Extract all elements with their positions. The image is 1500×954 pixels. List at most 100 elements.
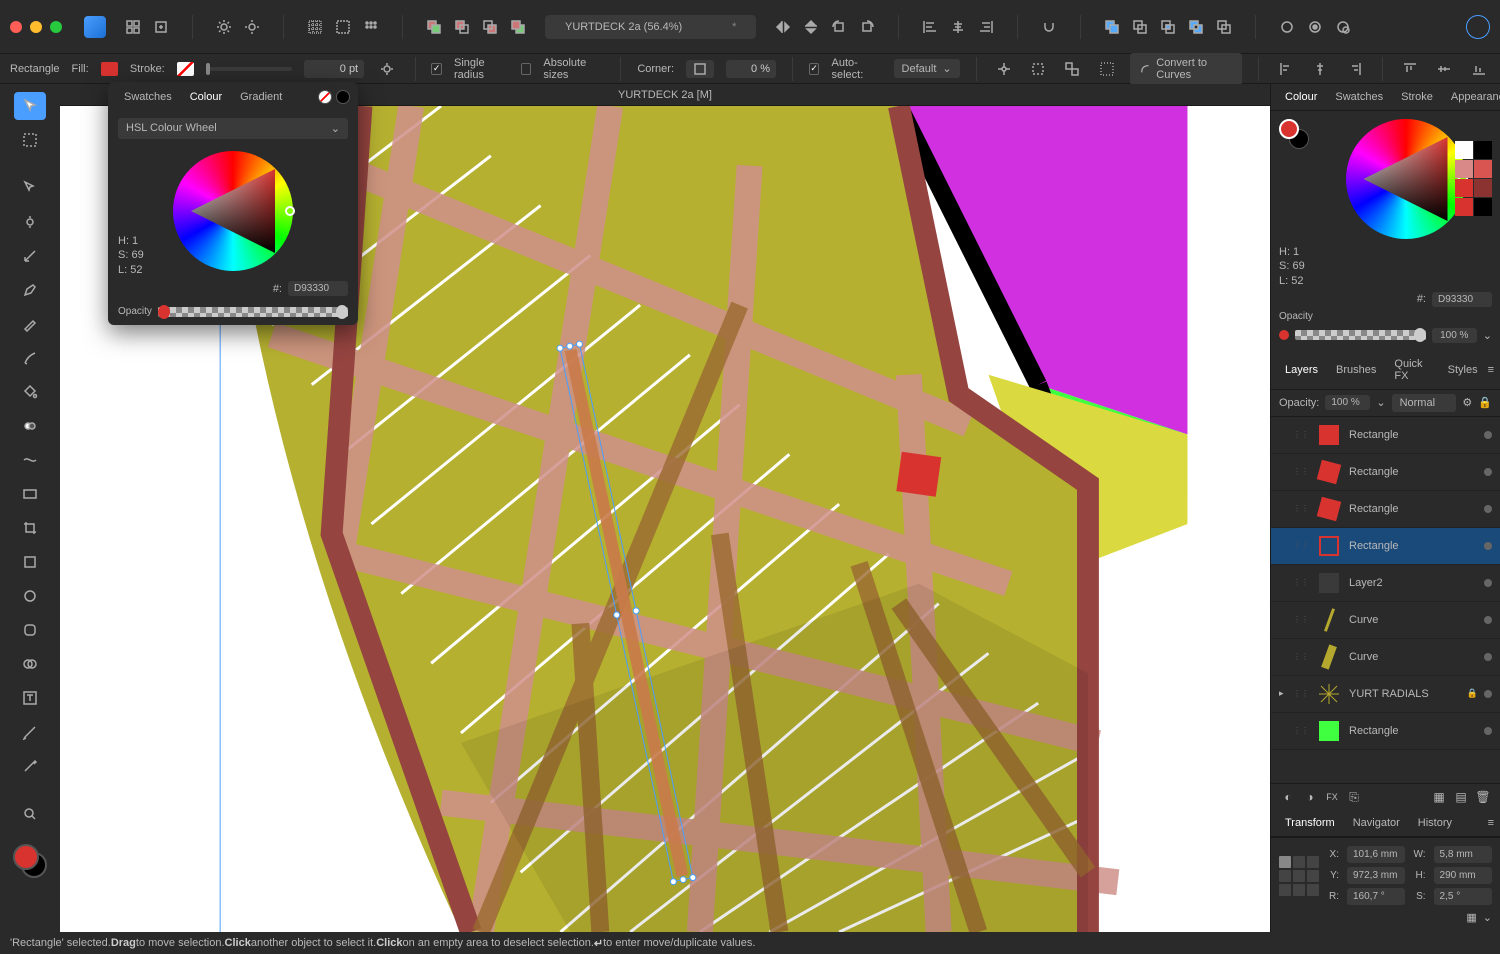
bool-intersect-icon[interactable]	[1155, 14, 1181, 40]
float-tab-swatches[interactable]: Swatches	[116, 88, 180, 106]
float-tab-colour[interactable]: Colour	[182, 88, 230, 106]
fill-stroke-toggle[interactable]	[1279, 119, 1309, 149]
transform-x-input[interactable]: 101,6 mm	[1347, 846, 1405, 863]
floating-color-panel[interactable]: Swatches Colour Gradient HSL Colour Whee…	[108, 82, 358, 325]
hex-input[interactable]: D93330	[1432, 292, 1492, 307]
corner-icon[interactable]	[1274, 14, 1300, 40]
align-center-icon[interactable]	[945, 14, 971, 40]
drag-handle-icon[interactable]: ⋮⋮	[1293, 615, 1309, 624]
transform-r-input[interactable]: 160,7 °	[1347, 888, 1405, 905]
align-h-right-icon[interactable]	[1344, 56, 1366, 82]
rounded-rectangle-tool[interactable]	[14, 616, 46, 644]
arrange-forward-icon[interactable]	[449, 14, 475, 40]
document-setup-icon[interactable]	[239, 14, 265, 40]
lock-icon[interactable]: 🔒	[1467, 688, 1478, 699]
grid-icon[interactable]	[302, 14, 328, 40]
align-v-top-icon[interactable]	[1399, 56, 1421, 82]
tab-appearance[interactable]: Appearance	[1443, 88, 1500, 106]
lock-aspect-icon[interactable]: ▦	[1466, 911, 1476, 924]
brush-tool[interactable]	[14, 344, 46, 372]
layer-lock-icon[interactable]: 🔒	[1478, 396, 1492, 409]
opacity-slider[interactable]	[1295, 330, 1426, 340]
tab-stroke[interactable]: Stroke	[1393, 88, 1441, 106]
visibility-toggle[interactable]	[1484, 431, 1492, 439]
stroke-swatch[interactable]	[177, 62, 194, 76]
layer-row[interactable]: ⋮⋮Rectangle	[1271, 417, 1500, 454]
tab-transform[interactable]: Transform	[1277, 814, 1343, 832]
corner-tool[interactable]	[14, 242, 46, 270]
drag-handle-icon[interactable]: ⋮⋮	[1293, 430, 1309, 439]
layer-opacity-dropdown[interactable]: ⌄	[1376, 396, 1385, 409]
preferences-icon[interactable]	[211, 14, 237, 40]
layer-row[interactable]: ⋮⋮Layer2	[1271, 565, 1500, 602]
drag-handle-icon[interactable]: ⋮⋮	[1293, 652, 1309, 661]
bool-subtract-icon[interactable]	[1127, 14, 1153, 40]
align-h-center-icon[interactable]	[1309, 56, 1331, 82]
align-left-icon[interactable]	[917, 14, 943, 40]
opacity-input[interactable]: 100 %	[1432, 328, 1477, 343]
layer-row[interactable]: ⋮⋮Rectangle	[1271, 528, 1500, 565]
float-opacity-slider[interactable]	[158, 307, 348, 317]
layer-row[interactable]: ⋮⋮Curve	[1271, 639, 1500, 676]
node-tool[interactable]	[14, 174, 46, 202]
layers-menu-icon[interactable]: ≡	[1488, 364, 1494, 376]
flip-vertical-icon[interactable]	[798, 14, 824, 40]
none-color-icon[interactable]	[318, 90, 332, 104]
view-tool[interactable]	[14, 800, 46, 828]
absolute-sizes-checkbox[interactable]	[521, 63, 532, 75]
visibility-toggle[interactable]	[1484, 542, 1492, 550]
layer-settings-icon[interactable]: ⚙	[1462, 396, 1472, 409]
tab-styles[interactable]: Styles	[1440, 361, 1486, 379]
transform-w-input[interactable]: 5,8 mm	[1434, 846, 1492, 863]
pencil-tool[interactable]	[14, 310, 46, 338]
insert-inside-icon[interactable]	[1330, 14, 1356, 40]
rotate-cw-icon[interactable]	[854, 14, 880, 40]
auto-select-dropdown[interactable]: Default⌄	[894, 59, 960, 78]
transform-menu-icon[interactable]: ≡	[1488, 817, 1494, 829]
layer-row[interactable]: ⋮⋮Rectangle	[1271, 491, 1500, 528]
tab-swatches[interactable]: Swatches	[1327, 88, 1391, 106]
stroke-width-input[interactable]	[304, 60, 364, 78]
drag-handle-icon[interactable]: ⋮⋮	[1293, 467, 1309, 476]
layer-row[interactable]: ⋮⋮Rectangle	[1271, 454, 1500, 491]
bool-xor-icon[interactable]	[1183, 14, 1209, 40]
guides-icon[interactable]	[330, 14, 356, 40]
corner-type-dropdown[interactable]	[686, 60, 714, 78]
corner-value-input[interactable]	[726, 60, 776, 78]
arrange-backward-icon[interactable]	[477, 14, 503, 40]
fill-tool[interactable]	[14, 378, 46, 406]
transform-h-input[interactable]: 290 mm	[1434, 867, 1492, 884]
tab-history[interactable]: History	[1410, 814, 1460, 832]
adjustment-layer-icon[interactable]: ◑	[1301, 788, 1319, 806]
layer-opacity-input[interactable]: 100 %	[1325, 395, 1370, 410]
visibility-toggle[interactable]	[1484, 505, 1492, 513]
float-hex-input[interactable]: D93330	[288, 281, 348, 296]
transform-origin-icon[interactable]	[992, 56, 1014, 82]
drag-handle-icon[interactable]: ⋮⋮	[1293, 689, 1309, 698]
single-radius-checkbox[interactable]	[431, 63, 442, 75]
transform-s-input[interactable]: 2,5 °	[1434, 888, 1492, 905]
layer-row[interactable]: ⋮⋮Curve	[1271, 602, 1500, 639]
transparency-tool[interactable]	[14, 412, 46, 440]
anchor-selector[interactable]	[1279, 856, 1319, 896]
visibility-toggle[interactable]	[1484, 690, 1492, 698]
auto-select-checkbox[interactable]	[809, 63, 820, 75]
pen-tool[interactable]	[14, 276, 46, 304]
cycle-select-icon[interactable]	[1061, 56, 1083, 82]
visibility-toggle[interactable]	[1484, 727, 1492, 735]
stroke-options-icon[interactable]	[376, 56, 398, 82]
drag-handle-icon[interactable]: ⋮⋮	[1293, 578, 1309, 587]
transform-y-input[interactable]: 972,3 mm	[1347, 867, 1405, 884]
tab-navigator[interactable]: Navigator	[1345, 814, 1408, 832]
color-picker-tool[interactable]	[14, 752, 46, 780]
layer-row[interactable]: ⋮⋮Rectangle	[1271, 713, 1500, 750]
drag-handle-icon[interactable]: ⋮⋮	[1293, 504, 1309, 513]
bool-divide-icon[interactable]	[1211, 14, 1237, 40]
export-persona-button[interactable]	[148, 14, 174, 40]
insert-target-icon[interactable]	[1302, 14, 1328, 40]
transform-rotate-icon[interactable]	[1027, 56, 1049, 82]
convert-to-curves-button[interactable]: Convert to Curves	[1130, 53, 1242, 85]
move-tool[interactable]	[14, 92, 46, 120]
minimize-button[interactable]	[30, 21, 42, 33]
close-button[interactable]	[10, 21, 22, 33]
